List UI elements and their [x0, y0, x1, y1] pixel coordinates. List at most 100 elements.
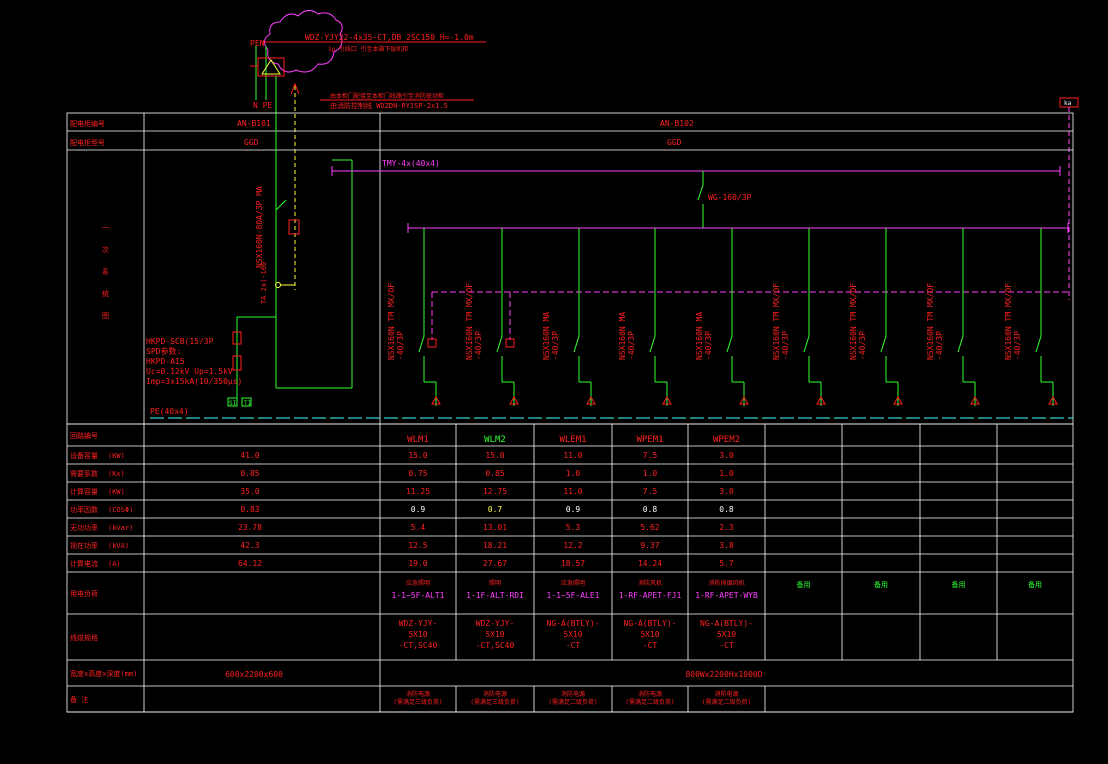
cable-spec: 5X10: [408, 630, 427, 639]
side-label-char: 统: [102, 289, 109, 298]
branch-breaker-label: NSX160N TM MX/OF: [1004, 283, 1013, 360]
spd-line: Imp=3x15kA(10/350μs): [146, 377, 242, 386]
remark: (需满足二级负荷): [702, 698, 751, 706]
circuit-i: 5.7: [719, 559, 734, 568]
circuit-no: WLM1: [407, 435, 429, 445]
circuit-q: 5.4: [411, 523, 426, 532]
branch-breaker-label: NSX160N TM MX/OF: [926, 283, 935, 360]
cable-spec: -CT: [643, 641, 658, 650]
circuit-s: 12.2: [563, 541, 582, 550]
total-value: 41.0: [240, 451, 259, 460]
circuit-s: 9.37: [640, 541, 659, 550]
incoming-right-note: 由本柜门配接至本柜门线路引至消防联动柜: [330, 92, 444, 100]
row-label: 无功功率: [70, 523, 98, 532]
branch-breaker-label: NSX160N TM MX/OF: [772, 283, 781, 360]
row-unit: (COSΦ): [108, 506, 133, 514]
cabinet-model-right: GGD: [667, 138, 682, 147]
cable-spec: 5X10: [563, 630, 582, 639]
cable-spec: -CT,SC40: [476, 641, 515, 650]
load-title: 消防排烟风机: [708, 579, 744, 587]
spd-tag-2: TI: [244, 400, 252, 407]
cable-spec: 5X10: [717, 630, 736, 639]
incoming-breaker-label: NSX160N-80A/3P MA: [255, 186, 264, 268]
side-label-char: 次: [102, 245, 109, 254]
circuit-s: 12.5: [408, 541, 427, 550]
spare-label: 备用: [874, 580, 888, 589]
cable-spec: WDZ-YJY-: [476, 619, 515, 628]
circuit-kx: 1.0: [643, 469, 658, 478]
branch-rating-label: -40/3P: [935, 331, 944, 360]
remark: 消防电源: [561, 690, 585, 698]
total-value: 0.85: [240, 469, 259, 478]
branch-rating-label: -40/3P: [396, 331, 405, 360]
branch-rating-label: -40/3P: [474, 331, 483, 360]
spd-line: SPD参数:: [146, 346, 181, 356]
cable-spec: 5X10: [640, 630, 659, 639]
load-id: 1-RF-APET-FJ1: [619, 591, 682, 600]
circuit-no: WPEM1: [636, 435, 663, 445]
incoming-note: 1ρ 引线口 引至本箱下层机柜: [328, 45, 408, 53]
circuit-pc: 12.75: [483, 487, 507, 496]
circuit-s: 3.8: [719, 541, 734, 550]
circuit-pc: 11.0: [563, 487, 582, 496]
remark: (需满足二级负荷): [625, 698, 674, 706]
load-id: 1-RF-APET-WYB: [695, 591, 758, 600]
circuit-no: WLEM1: [559, 435, 586, 445]
circuit-s: 18.21: [483, 541, 507, 550]
circuit-cos: 0.9: [411, 505, 426, 514]
circuit-no: WLM2: [484, 435, 506, 445]
remark: 消防电源: [638, 690, 662, 698]
row-label: 用电负荷: [70, 589, 98, 598]
circuit-pc: 3.0: [719, 487, 734, 496]
total-value: 0.83: [240, 505, 259, 514]
circuit-i: 18.57: [561, 559, 585, 568]
circuit-q: 2.3: [719, 523, 734, 532]
circuit-q: 13.01: [483, 523, 507, 532]
circuit-kx: 1.0: [719, 469, 734, 478]
circuit-kx: 0.75: [408, 469, 427, 478]
branch-breaker-label: NSX160N MA: [542, 312, 551, 360]
row-label: 计算电流: [70, 559, 98, 568]
busbar-label: TMY-4x(40x4): [382, 159, 440, 168]
cable-spec: 5X10: [485, 630, 504, 639]
row-unit: (Kx): [108, 470, 125, 478]
pen-label: PEN: [250, 39, 265, 48]
branch-rating-label: -40/3P: [781, 331, 790, 360]
spare-label: 备用: [1028, 580, 1042, 589]
side-label-char: 一: [102, 224, 109, 232]
remark: (需满足三级负荷): [470, 698, 519, 706]
branch-rating-label: -40/3P: [1013, 331, 1022, 360]
main-breaker-label: WG-160/3P: [708, 193, 752, 202]
branch-breaker-label: NSX160N TM MX/OF: [849, 283, 858, 360]
incoming-right-cable: 由消防控制线 WDZDN-RYJSP-2x1.5: [330, 101, 448, 110]
dims-left: 600x2200x600: [225, 670, 283, 679]
circuit-cos: 0.8: [643, 505, 658, 514]
circuit-q: 5.3: [566, 523, 581, 532]
branch-breaker-label: NSX160N MA: [695, 312, 704, 360]
npe-label: N PE: [253, 101, 272, 110]
total-value: 64.12: [238, 559, 262, 568]
circuit-kx: 1.0: [566, 469, 581, 478]
branch-rating-label: -40/3P: [627, 331, 636, 360]
branch-rating-label: -40/3P: [551, 331, 560, 360]
total-value: 35.0: [240, 487, 259, 496]
row-unit: (KW): [108, 488, 125, 496]
row-label: 设备容量: [70, 451, 98, 460]
circuit-cos: 0.7: [488, 505, 503, 514]
branch-breaker-label: NSX160N TM MX/OF: [465, 283, 474, 360]
circuit-i: 14.24: [638, 559, 662, 568]
row-unit: (kVA): [108, 542, 129, 550]
incoming-cable-label: WDZ-YJY22-4x35-CT,DB 2SC150 H=-1.0m: [305, 33, 474, 42]
circuit-pc: 7.5: [643, 487, 658, 496]
circuit-kx: 0.85: [485, 469, 504, 478]
cable-spec: -CT: [566, 641, 581, 650]
row-label: 视在功率: [70, 541, 98, 550]
cabinet-model-label: 配电柜型号: [70, 138, 105, 147]
circuit-p: 11.0: [563, 451, 582, 460]
load-title: 照明: [489, 580, 501, 587]
cabinet-no-right: AN-B102: [660, 119, 694, 128]
row-unit: (A): [108, 560, 121, 568]
circuit-i: 19.0: [408, 559, 427, 568]
side-label-char: 图: [102, 312, 109, 320]
cable-spec: -CT: [719, 641, 734, 650]
